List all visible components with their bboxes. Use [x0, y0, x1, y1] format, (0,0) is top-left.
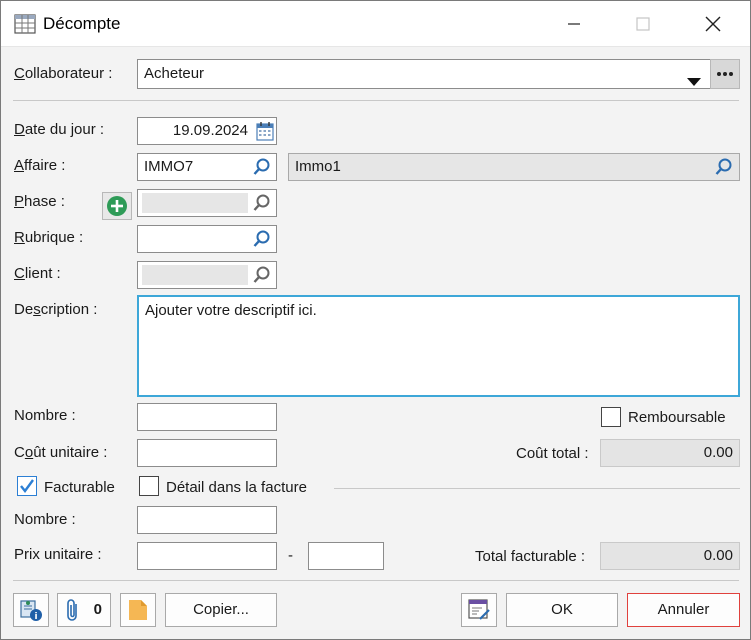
magnifier-icon[interactable] [250, 155, 274, 179]
ok-button-label: OK [551, 601, 573, 618]
detail-facture-label: Détail dans la facture [166, 479, 307, 496]
minimize-icon [568, 23, 580, 25]
calendar-icon[interactable] [253, 119, 277, 143]
collaborateur-more-button[interactable] [710, 59, 740, 89]
maximize-button[interactable] [621, 9, 665, 39]
cout-total-label: Coût total : [516, 445, 589, 462]
title-bar: Décompte [1, 1, 750, 47]
detail-facture-checkbox[interactable] [139, 476, 159, 496]
minimize-button[interactable] [552, 9, 596, 39]
magnifier-icon[interactable] [250, 191, 274, 215]
date-value: 19.09.2024 [172, 122, 248, 139]
chevron-down-icon [686, 69, 702, 88]
cost-nombre-label: Nombre : [14, 407, 76, 424]
divider [13, 100, 739, 101]
folder-button[interactable] [120, 593, 156, 627]
description-textarea[interactable]: Ajouter votre descriptif ici. [137, 295, 740, 397]
cancel-button[interactable]: Annuler [627, 593, 740, 627]
window-title: Décompte [43, 14, 121, 33]
phase-field-disabled-area [142, 193, 248, 213]
paperclip-icon [67, 599, 77, 621]
svg-text:i: i [34, 612, 37, 622]
collaborateur-select[interactable]: Acheteur [137, 59, 711, 89]
billing-divider [334, 488, 740, 489]
billing-nombre-label: Nombre : [14, 511, 76, 528]
rubrique-label: Rubrique : [14, 229, 84, 246]
phase-label: Phase : [14, 193, 65, 210]
attachments-count: 0 [93, 601, 102, 618]
total-facturable-field: 0.00 [600, 542, 740, 570]
copy-button-label: Copier... [193, 601, 249, 618]
close-icon [705, 16, 721, 32]
edit-form-icon [468, 599, 490, 620]
description-placeholder: Ajouter votre descriptif ici. [145, 302, 317, 319]
facturable-checkbox[interactable] [17, 476, 37, 496]
collaborateur-label: Collaborateur : [14, 65, 113, 82]
collaborator-info-button[interactable]: i [13, 593, 49, 627]
attachments-button[interactable]: 0 [57, 593, 111, 627]
affaire-code-value: IMMO7 [144, 158, 194, 175]
prix-unitaire-label: Prix unitaire : [14, 546, 102, 563]
cost-nombre-field[interactable] [137, 403, 277, 431]
magnifier-icon[interactable] [712, 155, 736, 179]
ok-button[interactable]: OK [506, 593, 618, 627]
magnifier-icon[interactable] [250, 263, 274, 287]
client-label: Client : [14, 265, 61, 282]
cout-total-value: 0.00 [703, 444, 733, 461]
plus-circle-icon [107, 196, 127, 216]
cout-unitaire-label: Coût unitaire : [14, 444, 108, 461]
affaire-name-field[interactable]: Immo1 [288, 153, 740, 181]
affaire-name-value: Immo1 [295, 158, 341, 175]
cout-total-field: 0.00 [600, 439, 740, 467]
cout-unitaire-field[interactable] [137, 439, 277, 467]
date-label: Date du jour : [14, 121, 105, 138]
grid-table-icon [14, 14, 36, 34]
prix-dash: - [288, 547, 293, 564]
ellipsis-icon [717, 72, 733, 76]
total-facturable-value: 0.00 [703, 547, 733, 564]
description-label: Description : [14, 301, 98, 318]
maximize-icon [636, 17, 650, 31]
facturable-label: Facturable [44, 479, 115, 496]
footer-divider [13, 580, 739, 581]
total-facturable-label: Total facturable : [475, 548, 586, 565]
checkmark-icon [20, 479, 34, 493]
magnifier-icon[interactable] [250, 227, 274, 251]
client-field-disabled-area [142, 265, 248, 285]
prix-unitaire-field[interactable] [137, 542, 277, 570]
cancel-button-label: Annuler [657, 601, 710, 618]
remboursable-checkbox[interactable] [601, 407, 621, 427]
billing-nombre-field[interactable] [137, 506, 277, 534]
remboursable-label: Remboursable [628, 409, 726, 426]
prix-extra-field[interactable] [308, 542, 384, 570]
copy-button[interactable]: Copier... [165, 593, 277, 627]
user-list-info-icon: i [20, 600, 42, 622]
decompte-dialog: Décompte Collaborateur : Acheteur Date d… [0, 0, 751, 640]
note-icon [129, 600, 147, 620]
close-button[interactable] [691, 9, 735, 39]
add-phase-button[interactable] [102, 192, 132, 220]
affaire-label: Affaire : [14, 157, 66, 174]
collaborateur-value: Acheteur [144, 65, 205, 82]
edit-notes-button[interactable] [461, 593, 497, 627]
dialog-content: Collaborateur : Acheteur Date du jour : … [1, 47, 750, 639]
